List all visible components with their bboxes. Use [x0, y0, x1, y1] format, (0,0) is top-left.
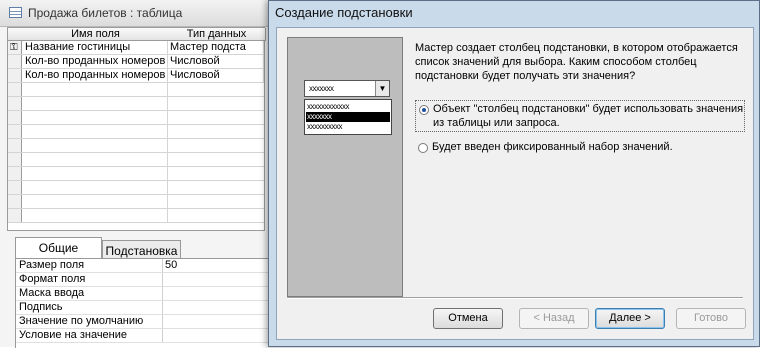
row-selector[interactable] — [8, 139, 22, 152]
property-value[interactable]: 50 — [162, 259, 277, 272]
property-row[interactable]: Условие на значение — [16, 329, 277, 343]
row-selector[interactable] — [8, 167, 22, 180]
cancel-button[interactable]: Отмена — [433, 308, 503, 329]
row-selector[interactable] — [8, 153, 22, 166]
radio-from-table[interactable] — [419, 105, 429, 115]
radio-fixed-values[interactable] — [418, 143, 428, 153]
field-grid: Имя поля Тип данных ⚿ Название гостиницы… — [7, 27, 266, 231]
row-selector[interactable] — [8, 69, 22, 82]
table-row-empty[interactable] — [8, 83, 264, 97]
property-value[interactable] — [162, 315, 277, 328]
table-row-empty[interactable] — [8, 195, 264, 209]
row-selector[interactable] — [8, 111, 22, 124]
field-name-cell[interactable] — [23, 125, 168, 138]
property-value[interactable] — [162, 273, 277, 286]
field-name-cell[interactable] — [23, 97, 168, 110]
row-selector[interactable] — [8, 55, 22, 68]
property-label: Подпись — [19, 301, 63, 313]
sample-combo-text: xxxxxxx — [309, 84, 334, 93]
field-name-cell[interactable] — [23, 153, 168, 166]
table-row-empty[interactable] — [8, 125, 264, 139]
property-value[interactable] — [162, 287, 277, 300]
row-selector[interactable]: ⚿ — [8, 41, 22, 54]
property-row[interactable]: Значение по умолчанию — [16, 315, 277, 329]
sample-list-item-selected: xxxxxxx — [306, 112, 390, 122]
table-row[interactable]: Кол-во проданных номеров Числовой — [8, 69, 264, 83]
property-label: Условие на значение — [19, 329, 128, 341]
data-type-cell[interactable]: Мастер подста — [168, 41, 264, 54]
data-type-cell[interactable]: Числовой — [168, 69, 264, 82]
table-row[interactable]: Кол-во проданных номеров Числовой — [8, 55, 264, 69]
table-window-title: Продажа билетов : таблица — [28, 6, 183, 20]
dialog-title[interactable]: Создание подстановки — [275, 5, 413, 20]
lookup-wizard-dialog: Создание подстановки xxxxxxx ▼ xxxxxxxxx… — [268, 0, 760, 347]
row-selector[interactable] — [8, 181, 22, 194]
finish-button[interactable]: Готово — [676, 308, 746, 329]
chevron-down-icon: ▼ — [375, 81, 389, 96]
table-window-titlebar[interactable]: Продажа билетов : таблица — [0, 0, 276, 27]
field-name-cell[interactable]: Кол-во проданных номеров — [23, 69, 168, 82]
primary-key-icon: ⚿ — [10, 42, 18, 53]
field-name-cell[interactable]: Название гостиницы — [23, 41, 168, 54]
property-label: Значение по умолчанию — [19, 315, 144, 327]
column-header-data-type[interactable]: Тип данных — [168, 28, 266, 41]
table-row-empty[interactable] — [8, 153, 264, 167]
dialog-body: xxxxxxx ▼ xxxxxxxxxxxx xxxxxxx xxxxxxxxx… — [276, 27, 754, 340]
sample-list-box: xxxxxxxxxxxx xxxxxxx xxxxxxxxxx — [304, 99, 392, 135]
option-from-table-label[interactable]: Объект "столбец подстановки" будет испол… — [433, 102, 744, 130]
table-row-empty[interactable] — [8, 209, 264, 223]
option-from-table[interactable]: Объект "столбец подстановки" будет испол… — [415, 100, 745, 132]
divider — [287, 297, 743, 299]
sample-combo-box: xxxxxxx ▼ — [304, 80, 390, 97]
row-selector[interactable] — [8, 97, 22, 110]
data-type-cell[interactable]: Числовой — [168, 55, 264, 68]
table-row-empty[interactable] — [8, 139, 264, 153]
property-row[interactable]: Маска ввода — [16, 287, 277, 301]
property-label: Маска ввода — [19, 287, 85, 299]
field-properties: Подстановка Общие Размер поля 50 Формат … — [0, 231, 277, 348]
column-header-field-name[interactable]: Имя поля — [23, 28, 169, 41]
property-value[interactable] — [162, 301, 277, 314]
property-row[interactable]: Подпись — [16, 301, 277, 315]
row-selector[interactable] — [8, 195, 22, 208]
table-icon — [9, 7, 22, 18]
sample-list-item: xxxxxxxxxx — [307, 122, 343, 131]
field-name-cell[interactable] — [23, 209, 168, 222]
field-name-cell[interactable] — [23, 181, 168, 194]
tab-lookup[interactable]: Подстановка — [102, 240, 181, 260]
tab-general[interactable]: Общие — [15, 237, 102, 259]
back-button[interactable]: < Назад — [519, 308, 589, 329]
wizard-description: Мастер создает столбец подстановки, в ко… — [415, 42, 738, 82]
option-fixed-values[interactable]: Будет введен фиксированный набор значени… — [415, 140, 745, 170]
table-row-empty[interactable] — [8, 181, 264, 195]
property-label: Размер поля — [19, 259, 85, 271]
field-name-cell[interactable] — [23, 167, 168, 180]
table-row-empty[interactable] — [8, 97, 264, 111]
property-row[interactable]: Формат поля — [16, 273, 277, 287]
next-button[interactable]: Далее > — [595, 308, 665, 329]
field-name-cell[interactable] — [23, 195, 168, 208]
grid-corner — [8, 28, 24, 41]
table-design-window: Продажа билетов : таблица Имя поля Тип д… — [0, 0, 277, 348]
field-name-cell[interactable] — [23, 139, 168, 152]
field-name-cell[interactable]: Кол-во проданных номеров — [23, 55, 168, 68]
table-row-empty[interactable] — [8, 167, 264, 181]
property-row[interactable]: Размер поля 50 — [16, 259, 277, 273]
row-selector[interactable] — [8, 125, 22, 138]
properties-panel: Размер поля 50 Формат поля Маска ввода П… — [15, 258, 277, 348]
row-selector[interactable] — [8, 209, 22, 222]
field-name-cell[interactable] — [23, 83, 168, 96]
property-value[interactable] — [162, 329, 277, 342]
wizard-illustration: xxxxxxx ▼ xxxxxxxxxxxx xxxxxxx xxxxxxxxx… — [287, 37, 403, 297]
table-row[interactable]: ⚿ Название гостиницы Мастер подста — [8, 41, 264, 55]
sample-list-item: xxxxxxxxxxxx — [307, 102, 350, 111]
table-row-empty[interactable] — [8, 111, 264, 125]
option-fixed-values-label[interactable]: Будет введен фиксированный набор значени… — [432, 140, 673, 154]
property-label: Формат поля — [19, 273, 86, 285]
row-selector[interactable] — [8, 83, 22, 96]
field-name-cell[interactable] — [23, 111, 168, 124]
